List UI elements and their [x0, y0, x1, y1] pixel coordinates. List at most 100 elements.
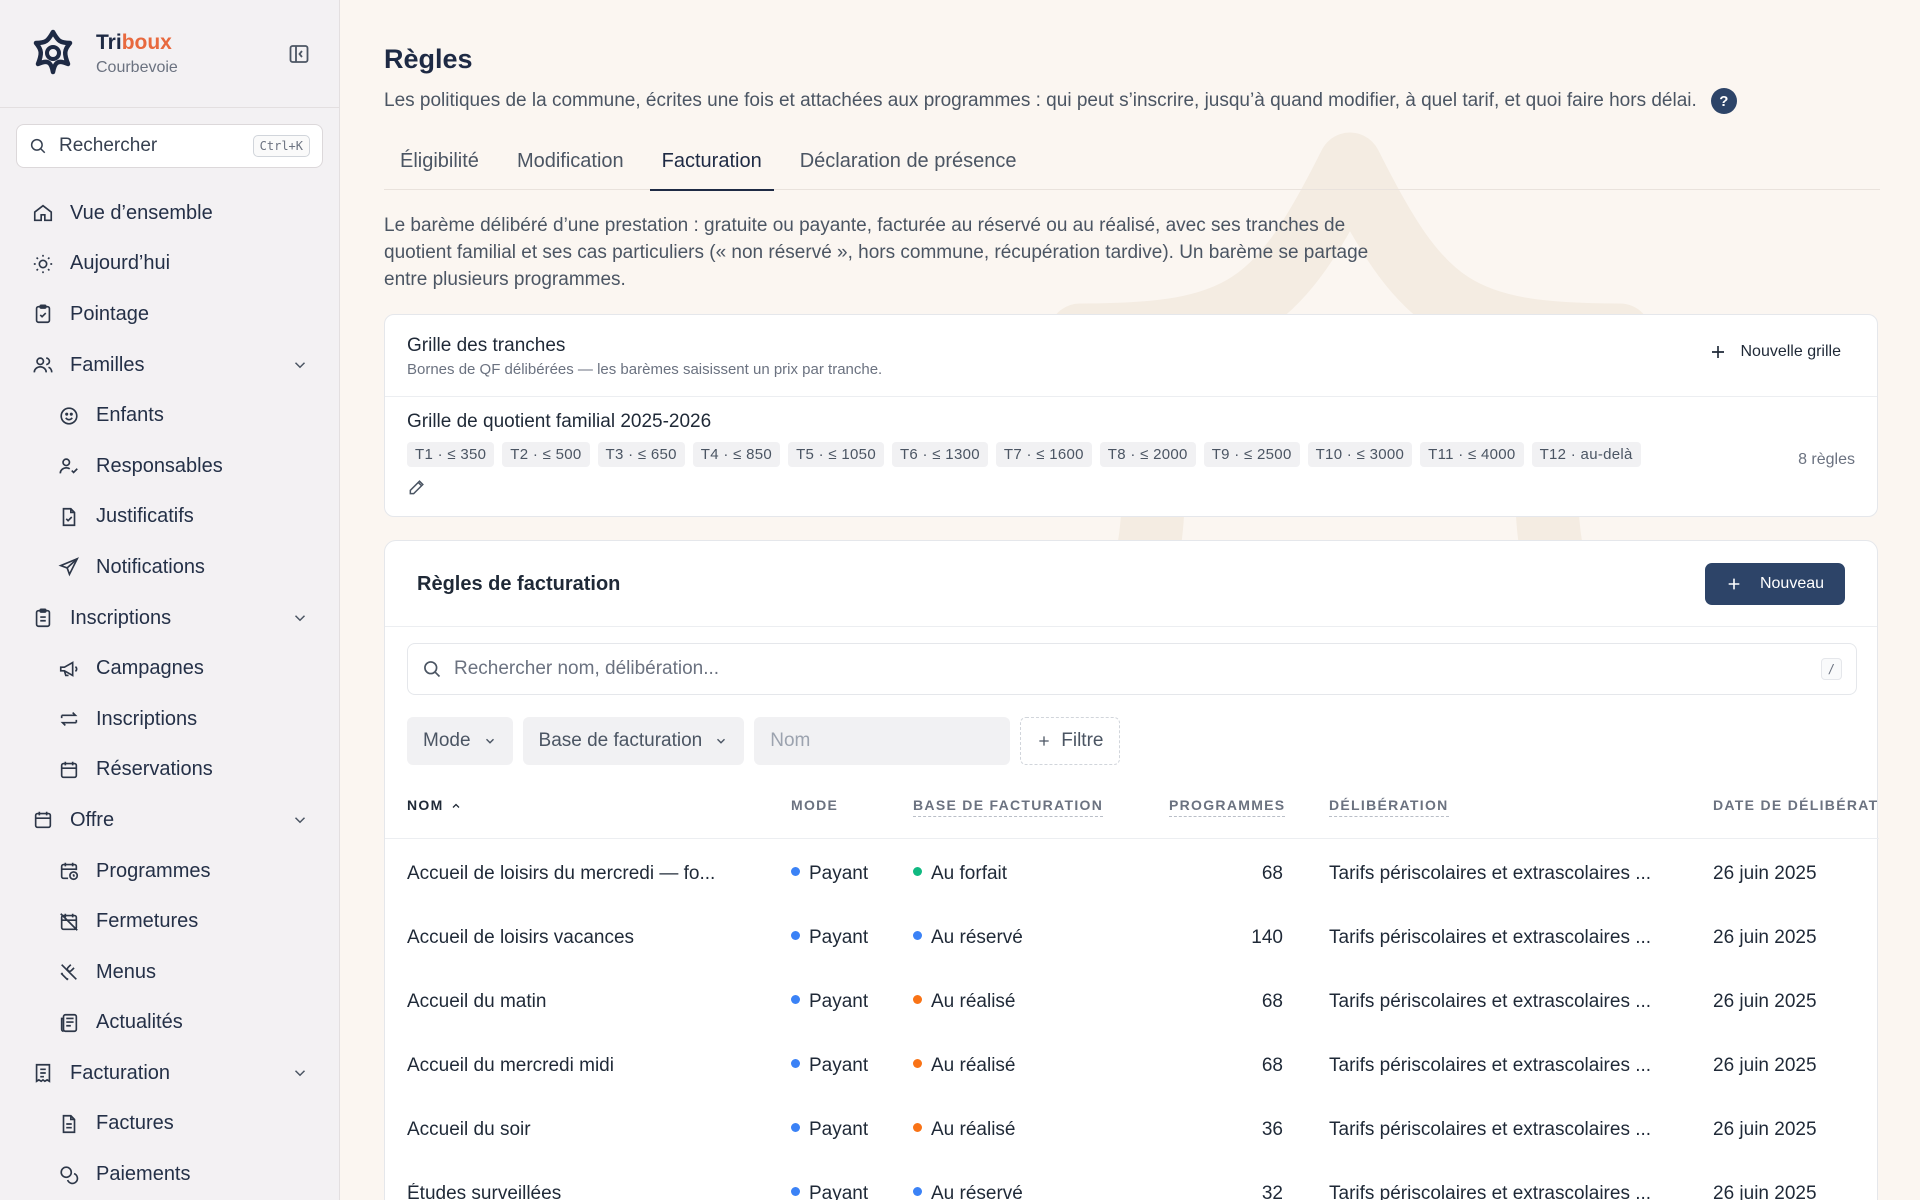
deliberation-cell: Tarifs périscolaires et extrascolaires .… — [1329, 863, 1652, 884]
utensils-icon — [60, 964, 77, 981]
chevron-down-icon — [717, 738, 726, 744]
home-icon — [33, 204, 53, 222]
column-header-programmes[interactable]: PROGRAMMES — [1169, 797, 1286, 817]
tranche-chip: T7 · ≤ 1600 — [995, 442, 1092, 467]
sun-icon — [33, 254, 53, 274]
rule-name: Études surveillées — [407, 1183, 562, 1200]
billing-base-filter-label: Base de facturation — [538, 730, 703, 751]
tab-declaration-presence[interactable]: Déclaration de présence — [784, 142, 1033, 190]
chevron-down-icon — [294, 1070, 306, 1077]
sidebar-item-reservations[interactable]: Réservations — [0, 745, 339, 796]
tranche-chip: T6 · ≤ 1300 — [891, 442, 988, 467]
table-row[interactable]: Accueil de loisirs du mercredi — fo... Pa… — [385, 839, 1879, 903]
sidebar-item-label: Réservations — [96, 758, 213, 781]
column-header-mode[interactable]: MODE — [791, 797, 838, 813]
mode-dot — [791, 1187, 800, 1197]
billing-base-dot — [913, 995, 922, 1005]
grid-item[interactable]: Grille de quotient familial 2025-2026 T1… — [385, 397, 1877, 502]
tranche-chip: T10 · ≤ 3000 — [1307, 442, 1413, 467]
sidebar-item-facturation[interactable]: Facturation — [0, 1048, 339, 1099]
sidebar-item-overview[interactable]: Vue d’ensemble — [0, 188, 339, 239]
deliberation-date: 26 juin 2025 — [1713, 863, 1817, 884]
plus-icon — [1039, 736, 1049, 746]
new-grid-label: Nouvelle grille — [1740, 343, 1842, 360]
billing-base-cell: Au réservé — [913, 1183, 1023, 1200]
sidebar-item-label: Responsables — [96, 454, 223, 477]
sidebar-search[interactable]: Rechercher Ctrl+K — [16, 124, 323, 168]
search-icon — [424, 661, 441, 678]
plus-icon — [1728, 578, 1740, 590]
grid-card-title: Grille des tranches — [407, 335, 566, 356]
column-header-base[interactable]: BASE DE FACTURATION — [913, 797, 1104, 817]
sidebar-item-label: Offre — [70, 808, 115, 831]
receipt-icon — [35, 1064, 51, 1084]
new-rule-button[interactable]: Nouveau — [1705, 563, 1845, 605]
sidebar-item-paiements[interactable]: Paiements — [0, 1149, 339, 1200]
add-filter-button[interactable]: Filtre — [1020, 717, 1121, 765]
sidebar-item-programmes[interactable]: Programmes — [0, 846, 339, 897]
column-header-nom[interactable]: NOM — [407, 797, 462, 813]
sidebar-item-inscriptions[interactable]: Inscriptions — [0, 694, 339, 745]
billing-base-dot — [913, 1187, 922, 1197]
logo-icon — [33, 29, 73, 74]
sidebar-item-responsables[interactable]: Responsables — [0, 441, 339, 492]
sidebar-item-label: Factures — [96, 1112, 174, 1135]
table-row[interactable]: Accueil du mercredi midi Payant Au réalisé… — [385, 1031, 1879, 1095]
table-header: NOM MODE BASE DE FACTURATION PROGRAMMES … — [385, 797, 1879, 839]
deliberation-date: 26 juin 2025 — [1713, 1119, 1817, 1140]
sidebar-item-pointage[interactable]: Pointage — [0, 289, 339, 340]
sidebar-item-offre[interactable]: Offre — [0, 795, 339, 846]
table-row[interactable]: Accueil de loisirs vacances Payant Au rése… — [385, 903, 1879, 967]
plus-icon — [1711, 346, 1724, 358]
pencil-icon[interactable] — [407, 477, 427, 497]
grid-card-subtitle: Bornes de QF délibérées — les barèmes sa… — [407, 361, 883, 378]
sidebar-item-justificatifs[interactable]: Justificatifs — [0, 492, 339, 543]
rules-count: 8 règles — [1798, 451, 1855, 468]
search-icon — [30, 138, 46, 154]
table-row[interactable]: Accueil du soir Payant Au réalisé 36 Tarifs … — [385, 1095, 1879, 1159]
table-row[interactable]: Études surveillées Payant Au réservé 32 Tari… — [385, 1159, 1879, 1200]
column-header-date[interactable]: DATE DE DÉLIBÉRAT — [1713, 797, 1879, 813]
column-header-deliberation[interactable]: DÉLIBÉRATION — [1329, 797, 1449, 817]
sidebar-item-inscriptions-group[interactable]: Inscriptions — [0, 593, 339, 644]
billing-base-filter-dropdown[interactable]: Base de facturation — [522, 717, 745, 765]
help-icon[interactable]: ? — [1710, 88, 1737, 114]
mode-filter-dropdown[interactable]: Mode — [407, 717, 513, 765]
collapse-sidebar-icon[interactable] — [287, 42, 311, 66]
tab-eligibilite[interactable]: Éligibilité — [384, 142, 495, 190]
send-icon — [58, 557, 79, 577]
table-row[interactable]: Accueil du matin Payant Au réalisé 68 Tarifs… — [385, 967, 1879, 1031]
mode-dot — [791, 931, 800, 941]
sidebar-item-menus[interactable]: Menus — [0, 947, 339, 998]
billing-base-dot — [913, 867, 922, 877]
sidebar-item-label: Actualités — [96, 1011, 183, 1034]
shortcut-badge: / — [1820, 658, 1842, 680]
sidebar-item-familles[interactable]: Familles — [0, 340, 339, 391]
mode-dot — [791, 1059, 800, 1069]
rule-name: Accueil du soir — [407, 1119, 531, 1140]
rules-search-input[interactable]: Rechercher nom, délibération... / — [407, 643, 1857, 695]
file-check-icon — [62, 507, 76, 526]
mode-dot — [791, 995, 800, 1005]
sidebar-item-enfants[interactable]: Enfants — [0, 390, 339, 441]
tab-facturation[interactable]: Facturation — [646, 142, 778, 191]
grid-card-header: Grille des tranches Bornes de QF délibér… — [385, 315, 1877, 397]
sidebar-item-factures[interactable]: Factures — [0, 1099, 339, 1150]
sidebar-item-fermetures[interactable]: Fermetures — [0, 896, 339, 947]
sidebar-item-campagnes[interactable]: Campagnes — [0, 643, 339, 694]
sidebar-item-notifications[interactable]: Notifications — [0, 542, 339, 593]
billing-base-cell: Au réservé — [913, 927, 1023, 949]
sidebar-item-actualites[interactable]: Actualités — [0, 998, 339, 1049]
rule-name: Accueil du matin — [407, 991, 547, 1012]
sidebar-item-label: Programmes — [96, 859, 211, 882]
mode-cell: Payant — [791, 927, 868, 949]
sidebar-item-label: Menus — [96, 960, 157, 983]
programmes-count: 32 — [1261, 1183, 1283, 1200]
tab-modification[interactable]: Modification — [501, 142, 640, 190]
coins-icon — [60, 1165, 79, 1184]
sidebar-item-today[interactable]: Aujourd’hui — [0, 239, 339, 290]
tranche-chip: T12 · au-delà — [1531, 442, 1641, 467]
name-filter-input[interactable]: Nom — [754, 717, 1011, 765]
calendar-icon — [60, 761, 78, 778]
new-grid-button[interactable]: Nouvelle grille — [1709, 343, 1842, 361]
